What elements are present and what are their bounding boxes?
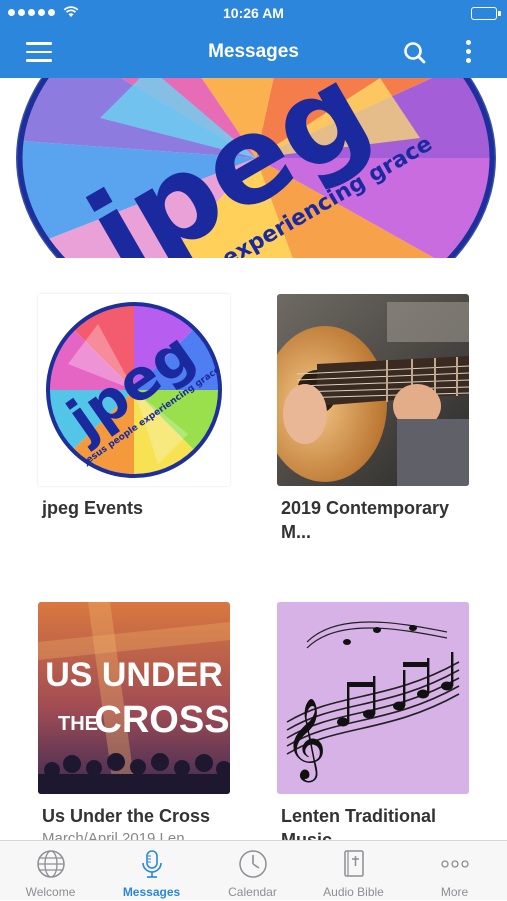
search-icon[interactable] (402, 40, 428, 66)
series-title: Us Under the Cross (42, 806, 211, 826)
series-card-jpeg-events[interactable]: jpeg jesus people experiencing grace jpe… (38, 294, 230, 518)
nav-bar: Messages (0, 28, 507, 78)
series-thumbnail: 𝄞 (277, 602, 469, 794)
clock-icon (239, 850, 267, 878)
svg-text:US UNDER: US UNDER (45, 656, 223, 694)
svg-text:THE: THE (58, 713, 98, 735)
series-thumbnail: US UNDER THE CROSS (38, 602, 230, 794)
bible-icon (344, 850, 364, 877)
tab-label: Calendar (228, 885, 277, 899)
tab-label: Welcome (25, 885, 76, 899)
series-banner: jpeg experiencing grace (0, 78, 507, 258)
status-time: 10:26 AM (223, 5, 284, 21)
tab-welcome[interactable]: Welcome (0, 841, 101, 901)
more-dots-icon (441, 860, 469, 868)
tab-bar: Welcome Messages Calendar Audio Bible Mo… (0, 840, 507, 900)
tab-more[interactable]: More (404, 841, 505, 901)
tab-messages[interactable]: Messages (101, 841, 202, 901)
tab-audio-bible[interactable]: Audio Bible (303, 841, 404, 901)
series-title: jpeg Events (42, 498, 144, 518)
series-thumbnail (277, 294, 469, 486)
status-bar: 10:26 AM (0, 0, 507, 28)
series-thumbnail: jpeg jesus people experiencing grace (38, 294, 230, 486)
svg-text:CROSS: CROSS (94, 699, 229, 741)
tab-label: Audio Bible (323, 885, 384, 899)
more-options-icon[interactable] (460, 40, 476, 66)
tab-label: Messages (122, 885, 181, 899)
series-card-contemporary-music[interactable]: 2019 Contemporary M... (277, 294, 469, 542)
jpeg-banner-logo: jpeg experiencing grace (16, 78, 496, 258)
page-title: Messages (208, 41, 299, 62)
tab-label: More (440, 885, 469, 899)
svg-text:𝄞: 𝄞 (285, 697, 326, 782)
series-card-us-under-the-cross[interactable]: US UNDER THE CROSS Us Under the Cross Ma… (38, 602, 230, 847)
series-card-lenten-traditional-music[interactable]: 𝄞 Lenten Traditional Music (277, 602, 469, 850)
battery-icon (471, 7, 501, 20)
globe-icon (37, 850, 65, 878)
series-title: 2019 Contemporary M... (281, 498, 450, 542)
tab-calendar[interactable]: Calendar (202, 841, 303, 901)
microphone-icon (142, 850, 162, 878)
